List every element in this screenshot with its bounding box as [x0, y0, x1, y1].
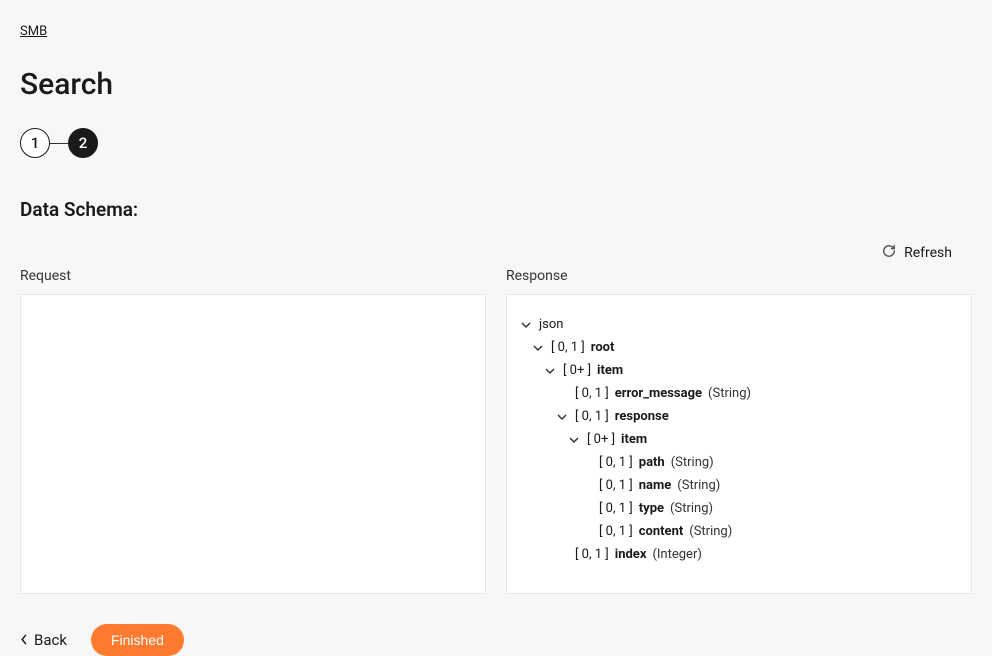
schema-panels: Request Response json [ 0, 1 ] root: [20, 268, 972, 594]
section-title-data-schema: Data Schema:: [20, 198, 972, 221]
response-label: Response: [506, 268, 972, 284]
tree-label-json: json: [539, 317, 563, 332]
step-2[interactable]: 2: [68, 128, 98, 158]
request-panel: Request: [20, 268, 486, 594]
tree-leaf-spacer: [555, 387, 569, 401]
field-type: (String): [670, 501, 713, 516]
tree-node-item-inner[interactable]: [ 0+ ] item: [567, 428, 959, 451]
footer-actions: Back Finished: [20, 624, 972, 656]
field-name-response: response: [615, 409, 669, 424]
field-name-item-inner: item: [621, 432, 647, 447]
tree-node-item[interactable]: [ 0+ ] item: [543, 359, 959, 382]
tree-leaf-spacer: [579, 525, 593, 539]
field-type: (String): [677, 478, 720, 493]
field-type: (String): [708, 386, 751, 401]
chevron-left-icon: [20, 631, 28, 649]
chevron-down-icon[interactable]: [543, 364, 557, 378]
tree-node-content[interactable]: [ 0, 1 ] content (String): [579, 520, 959, 543]
field-name-error-message: error_message: [615, 386, 702, 401]
field-name-type: type: [639, 501, 664, 516]
field-type: (Integer): [652, 547, 701, 562]
cardinality: [ 0, 1 ]: [575, 386, 609, 401]
back-label: Back: [34, 631, 67, 649]
chevron-down-icon[interactable]: [567, 433, 581, 447]
response-panel: Response json [ 0, 1 ] root: [506, 268, 972, 594]
cardinality: [ 0, 1 ]: [599, 501, 633, 516]
tree-leaf-spacer: [579, 456, 593, 470]
step-connector: [50, 143, 68, 144]
request-body[interactable]: [20, 294, 486, 594]
field-name-content: content: [639, 524, 684, 539]
tree-node-root[interactable]: [ 0, 1 ] root: [531, 336, 959, 359]
field-name-item: item: [597, 363, 623, 378]
back-button[interactable]: Back: [20, 631, 67, 649]
cardinality: [ 0, 1 ]: [551, 340, 585, 355]
cardinality: [ 0+ ]: [563, 363, 591, 378]
field-name-root: root: [591, 340, 615, 355]
cardinality: [ 0, 1 ]: [575, 547, 609, 562]
page-title: Search: [20, 67, 972, 102]
field-type: (String): [671, 455, 714, 470]
field-name-name: name: [639, 478, 672, 493]
request-label: Request: [20, 268, 486, 284]
response-body[interactable]: json [ 0, 1 ] root [ 0+ ]: [506, 294, 972, 594]
tree-node-type[interactable]: [ 0, 1 ] type (String): [579, 497, 959, 520]
tree-node-json[interactable]: json: [519, 313, 959, 336]
tree-leaf-spacer: [579, 479, 593, 493]
step-1[interactable]: 1: [20, 128, 50, 158]
cardinality: [ 0, 1 ]: [599, 455, 633, 470]
field-name-path: path: [639, 455, 665, 470]
tree-node-response[interactable]: [ 0, 1 ] response: [555, 405, 959, 428]
tree-leaf-spacer: [555, 548, 569, 562]
field-name-index: index: [615, 547, 647, 562]
field-type: (String): [689, 524, 732, 539]
tree-node-path[interactable]: [ 0, 1 ] path (String): [579, 451, 959, 474]
cardinality: [ 0, 1 ]: [599, 524, 633, 539]
tree-node-error-message[interactable]: [ 0, 1 ] error_message (String): [555, 382, 959, 405]
refresh-icon: [882, 243, 896, 262]
tree-node-index[interactable]: [ 0, 1 ] index (Integer): [555, 543, 959, 566]
tree-leaf-spacer: [579, 502, 593, 516]
tree-node-name[interactable]: [ 0, 1 ] name (String): [579, 474, 959, 497]
chevron-down-icon[interactable]: [519, 318, 533, 332]
refresh-button[interactable]: Refresh: [20, 243, 972, 262]
cardinality: [ 0+ ]: [587, 432, 615, 447]
chevron-down-icon[interactable]: [555, 410, 569, 424]
wizard-steps: 1 2: [20, 128, 972, 158]
breadcrumb-smb[interactable]: SMB: [20, 24, 47, 39]
cardinality: [ 0, 1 ]: [599, 478, 633, 493]
cardinality: [ 0, 1 ]: [575, 409, 609, 424]
refresh-label: Refresh: [904, 245, 952, 261]
chevron-down-icon[interactable]: [531, 341, 545, 355]
finished-button[interactable]: Finished: [91, 624, 184, 656]
